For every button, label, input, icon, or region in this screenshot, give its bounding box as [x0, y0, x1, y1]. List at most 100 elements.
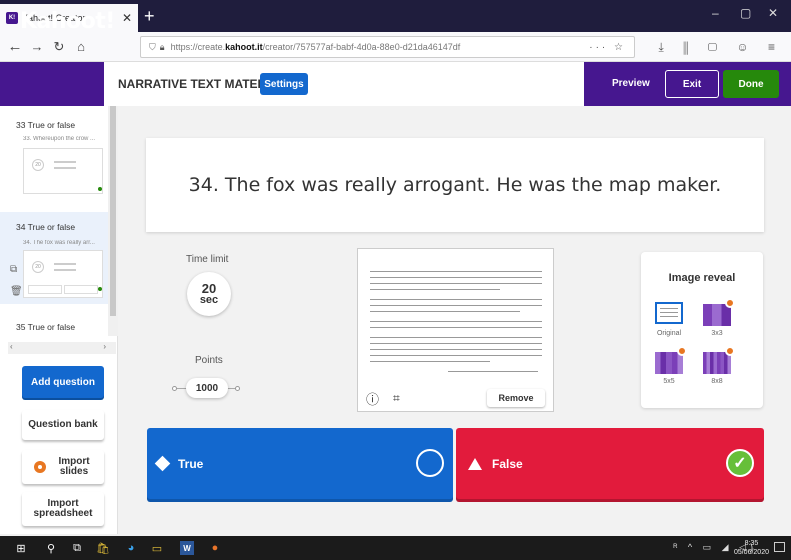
back-icon[interactable]: ← [4, 38, 26, 55]
thumbnail-line [54, 269, 76, 271]
sidebar-item-34-title[interactable]: 34 True or false [16, 222, 75, 232]
points-slider-dot[interactable] [235, 386, 240, 391]
new-tab-icon[interactable]: + [144, 6, 155, 27]
import-slides-button[interactable]: Import slides [22, 450, 104, 484]
points-slider-dot[interactable] [172, 386, 177, 391]
info-icon[interactable]: ⓘ [366, 389, 379, 408]
reveal-label-original: Original [656, 330, 682, 337]
sidebar-item-33-title[interactable]: 33 True or false [16, 120, 75, 130]
windows-start-icon[interactable]: ⊞ [14, 541, 28, 555]
minimize-icon[interactable]: – [712, 6, 719, 20]
image-reveal-panel: Image reveal Original 3x3 5x5 8x8 [641, 252, 763, 408]
document-text-line [370, 343, 542, 344]
delete-icon[interactable]: 🗑︎ [10, 286, 23, 297]
correct-answer-check-icon[interactable]: ✓ [726, 449, 754, 477]
page-actions-icon[interactable]: ··· ☆ [589, 42, 626, 53]
triangle-icon [468, 457, 482, 470]
document-text-line [370, 327, 542, 328]
document-text-line [370, 311, 520, 312]
answer-false[interactable]: False ✓ [456, 428, 764, 499]
reveal-label-3x3: 3x3 [711, 330, 723, 337]
clock[interactable]: 8:35 05/06/2020 [734, 539, 769, 557]
sidebar-item-34-subtitle: 34. The fox was really arr... [23, 240, 95, 246]
preview-button[interactable]: Preview [612, 78, 650, 89]
home-icon[interactable]: ⌂ [70, 39, 92, 54]
file-explorer-icon[interactable]: ▭ [150, 541, 164, 555]
maximize-icon[interactable]: ▢ [740, 6, 751, 20]
answer-true[interactable]: True [147, 428, 453, 499]
sidebar-item-33-thumbnail[interactable]: 20 [23, 148, 103, 194]
document-text-line [370, 299, 542, 300]
browser-toolbar-icons[interactable]: ⤓ ⫼ ▢ ☺ ≡ [658, 40, 783, 55]
add-question-button[interactable]: Add question [22, 366, 104, 398]
correct-answer-toggle[interactable] [416, 449, 444, 477]
firefox-icon[interactable]: ● [208, 541, 222, 555]
sidebar-horizontal-scrollbar[interactable]: ‹ › [8, 342, 116, 354]
thumbnail-answer [64, 285, 98, 294]
document-text-line [370, 349, 542, 350]
settings-button[interactable]: Settings [260, 73, 308, 95]
question-text: 34. The fox was really arrogant. He was … [188, 174, 722, 196]
timer-icon: 20 [32, 261, 44, 273]
url-prefix: https://create. [170, 42, 226, 52]
thumbnail-line [54, 263, 76, 265]
windows-taskbar: ⊞ ⚲ ⧉ 🛍︎ ◕ ▭ W ● ᴿ ^ ▭ ◢ ◁) 8:35 05/06/2… [0, 536, 791, 560]
close-tab-icon[interactable]: ✕ [122, 11, 132, 25]
image-reveal-title: Image reveal [668, 272, 736, 284]
exit-button[interactable]: Exit [665, 70, 719, 98]
answer-false-label: False [492, 456, 523, 471]
document-text-line [370, 361, 490, 362]
answer-true-label: True [178, 456, 204, 471]
question-image[interactable]: ⓘ ⌗ Remove [357, 248, 554, 412]
correct-dot-icon [98, 287, 102, 291]
store-icon[interactable]: 🛍︎ [96, 541, 110, 555]
document-text-line [370, 283, 542, 284]
time-limit-selector[interactable]: 20 sec [187, 272, 231, 316]
done-button[interactable]: Done [723, 70, 779, 98]
timer-icon: 20 [32, 159, 44, 171]
sidebar-item-35-title[interactable]: 35 True or false [16, 322, 75, 332]
scrollbar-thumb[interactable] [110, 106, 116, 316]
task-view-icon[interactable]: ⧉ [70, 541, 84, 555]
time-limit-value: 20 [201, 280, 217, 296]
clock-time: 8:35 [744, 540, 759, 547]
question-bank-button[interactable]: Question bank [22, 410, 104, 440]
remove-image-button[interactable]: Remove [487, 389, 545, 407]
points-selector[interactable]: 1000 [186, 378, 228, 398]
word-icon[interactable]: W [180, 541, 194, 555]
url-path: /creator/757577af-babf-4d0a-88e0-d21da46… [262, 42, 461, 52]
reveal-label-8x8: 8x8 [711, 378, 723, 385]
forward-icon[interactable]: → [26, 39, 48, 54]
document-text-line [370, 321, 542, 322]
sidebar-scrollbar[interactable] [108, 106, 118, 336]
search-icon[interactable]: ⚲ [44, 541, 58, 555]
premium-badge-icon [725, 298, 735, 308]
document-text-line [370, 277, 542, 278]
import-slides-icon [34, 461, 46, 473]
diamond-icon [154, 455, 171, 472]
correct-dot-icon [98, 187, 102, 191]
kahoot-logo[interactable]: Kahoot! [20, 9, 115, 34]
url-domain: kahoot.it [225, 42, 263, 52]
sidebar-item-33-subtitle: 33. Whereupon the crow ... [23, 136, 96, 142]
reload-icon[interactable]: ↻ [48, 39, 70, 55]
crop-icon[interactable]: ⌗ [393, 391, 400, 406]
document-text-line [370, 289, 500, 290]
shield-icon: ⛉ [149, 41, 156, 52]
duplicate-icon[interactable]: ⧉ [10, 264, 17, 275]
import-spreadsheet-button[interactable]: Import spreadsheet [22, 492, 104, 526]
sidebar-item-34-thumbnail[interactable]: 20 [23, 250, 103, 298]
kahoot-favicon-icon: K! [6, 12, 18, 24]
thumbnail-line [54, 161, 76, 163]
question-text-box[interactable]: 34. The fox was really arrogant. He was … [146, 138, 764, 232]
edge-icon[interactable]: ◕ [124, 541, 138, 555]
reveal-option-original[interactable] [655, 302, 683, 324]
points-label: Points [195, 355, 223, 366]
document-text-line [370, 337, 542, 338]
url-bar[interactable]: ⛉ 🔒︎ https://create. kahoot.it/creator/75… [140, 36, 635, 58]
notification-icon[interactable] [774, 542, 785, 552]
window-close-icon[interactable]: ✕ [768, 6, 778, 20]
clock-date: 05/06/2020 [733, 549, 769, 556]
thumbnail-answer [28, 285, 62, 294]
lock-icon: 🔒︎ [159, 41, 165, 52]
